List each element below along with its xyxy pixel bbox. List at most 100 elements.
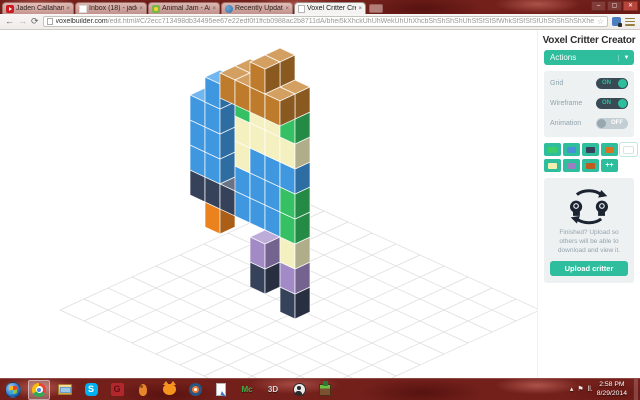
address-bar[interactable]: voxelbuilder.com/edit.html#C/2ecc713498d… — [42, 16, 608, 27]
tray-up-icon[interactable]: ▴ — [570, 386, 574, 393]
system-tray: ▴ ⚑ ll. 2:58 PM 8/29/2014 — [570, 381, 633, 398]
toggle-label: Wireframe — [550, 100, 583, 107]
chrome-icon — [32, 382, 46, 397]
tab-close-icon[interactable]: × — [139, 6, 143, 12]
toggle-knob — [597, 119, 606, 128]
skype-icon: S — [84, 383, 98, 396]
toggles-panel: Grid ON Wireframe ON Animation OFF — [544, 71, 634, 137]
taskbar-start-button[interactable] — [2, 380, 24, 400]
browser-titlebar: Jaden Callahan - YouTub×Inbox (18) - jad… — [0, 0, 640, 14]
taskbar-scratch-cat-button[interactable] — [158, 380, 180, 400]
taskbar-clock[interactable]: 2:58 PM 8/29/2014 — [597, 381, 627, 398]
refresh-icon[interactable]: ⟳ — [31, 17, 39, 26]
actions-dropdown[interactable]: Actions ▼ — [544, 50, 634, 65]
taskbar-paint-doc-button[interactable] — [210, 380, 232, 400]
tab-close-icon[interactable]: × — [285, 6, 289, 12]
scratch-cat-icon — [162, 381, 176, 395]
taskbar: S G Mc 3D ▴ ⚑ ll. 2:58 PM 8/29/2014 — [0, 378, 640, 400]
share-heads-icon — [570, 189, 608, 225]
taskbar-items: S G Mc 3D — [2, 379, 340, 400]
color-swatch-1[interactable] — [563, 143, 580, 156]
sidebar: Voxel Critter Creator Actions ▼ Grid ON Wi… — [537, 30, 640, 378]
start-orb-icon — [5, 381, 21, 398]
taskbar-red-app-button[interactable]: G — [106, 380, 128, 400]
gmail-icon — [79, 4, 87, 13]
voxel-canvas[interactable] — [0, 30, 537, 378]
window-controls: – ▢ ✕ — [591, 1, 638, 11]
page-icon — [298, 4, 305, 13]
tab-title: Recently Updated Minec — [235, 5, 283, 12]
forward-icon[interactable]: → — [18, 17, 27, 26]
maximize-icon[interactable]: ▢ — [607, 1, 622, 11]
youtube-icon — [6, 4, 14, 13]
clock-date: 8/29/2014 — [596, 389, 627, 397]
voxel-scene[interactable] — [0, 30, 537, 378]
voxel-model[interactable] — [189, 47, 311, 320]
taskbar-skype-button[interactable]: S — [80, 380, 102, 400]
tab-page[interactable]: Voxel Critter Creator× — [294, 2, 366, 14]
upload-panel: Finished? Upload so others will be able … — [544, 178, 634, 284]
color-swatch-7[interactable] — [582, 159, 599, 172]
menu-icon[interactable] — [625, 17, 635, 26]
color-swatch-4[interactable] — [619, 142, 638, 157]
taskbar-profile-app-button[interactable] — [288, 380, 310, 400]
clock-time: 2:58 PM — [599, 381, 625, 389]
taskbar-chrome-button[interactable] — [28, 379, 50, 400]
taskbar-blender-button[interactable] — [184, 380, 206, 400]
tab-gmail[interactable]: Inbox (18) - jaden@wav× — [75, 2, 147, 14]
desktop-screen: Jaden Callahan - YouTub×Inbox (18) - jad… — [0, 0, 640, 400]
toggle-knob — [618, 99, 627, 108]
tab-close-icon[interactable]: × — [358, 6, 362, 12]
animation-toggle[interactable]: OFF — [596, 118, 628, 129]
tab-animal-jam[interactable]: Animal Jam - Animal Jam× — [148, 2, 220, 14]
color-swatch-6[interactable] — [563, 159, 580, 172]
grass-block-icon — [319, 380, 331, 396]
close-icon[interactable]: ✕ — [623, 1, 638, 11]
back-icon[interactable]: ← — [5, 17, 14, 26]
upload-critter-button[interactable]: Upload critter — [550, 261, 628, 277]
wireframe-toggle[interactable]: ON — [596, 98, 628, 109]
animal-jam-icon — [152, 4, 160, 13]
toggle-row-grid: Grid ON — [550, 78, 628, 89]
color-swatch-2[interactable] — [582, 143, 599, 156]
profile-app-icon — [292, 383, 306, 396]
toggle-label: Animation — [550, 120, 582, 127]
tray-network-icon[interactable]: ll. — [588, 386, 593, 393]
url-text[interactable]: voxelbuilder.com/edit.html#C/2ecc713498d… — [56, 18, 594, 25]
taskbar-explorer-button[interactable] — [54, 380, 76, 400]
tab-planet-minecraft[interactable]: Recently Updated Minec× — [221, 2, 293, 14]
grid-toggle[interactable]: ON — [596, 78, 628, 89]
bookmark-star-icon[interactable]: ☆ — [597, 17, 604, 26]
color-swatch-5[interactable] — [544, 159, 561, 172]
page-icon — [46, 18, 53, 25]
page-title: Voxel Critter Creator — [542, 35, 636, 46]
tab-youtube[interactable]: Jaden Callahan - YouTub× — [2, 2, 74, 14]
color-swatch-3[interactable] — [601, 143, 618, 156]
extension-icon[interactable] — [612, 17, 622, 27]
toggle-state: ON — [602, 100, 611, 106]
new-tab-button[interactable] — [369, 4, 383, 13]
tray-flag-icon[interactable]: ⚑ — [577, 386, 583, 393]
tab-title: Inbox (18) - jaden@wav — [89, 5, 137, 12]
taskbar-bird-app-button[interactable] — [132, 380, 154, 400]
color-swatch-0[interactable] — [544, 143, 561, 156]
minimize-icon[interactable]: – — [591, 1, 606, 11]
planet-minecraft-icon — [225, 4, 233, 13]
taskbar-grass-block-button[interactable] — [314, 380, 336, 400]
bird-icon — [139, 383, 147, 396]
3d-builder-icon: 3D — [267, 385, 279, 394]
blender-icon — [188, 383, 202, 396]
red-app-icon: G — [110, 383, 124, 396]
show-desktop-button[interactable] — [633, 378, 638, 400]
explorer-icon — [58, 384, 72, 395]
tab-close-icon[interactable]: × — [212, 6, 216, 12]
taskbar-builder-3d-button[interactable]: 3D — [262, 380, 284, 400]
taskbar-minecraft-button[interactable]: Mc — [236, 380, 258, 400]
tab-close-icon[interactable]: × — [66, 6, 70, 12]
browser-toolbar: ← → ⟳ voxelbuilder.com/edit.html#C/2ecc7… — [0, 14, 640, 30]
minecraft-icon: Mc — [241, 385, 253, 394]
toggle-state: OFF — [611, 120, 623, 126]
add-color-button[interactable]: ++ — [601, 159, 618, 172]
toggle-row-wireframe: Wireframe ON — [550, 98, 628, 109]
tab-title: Voxel Critter Creator — [307, 5, 356, 12]
